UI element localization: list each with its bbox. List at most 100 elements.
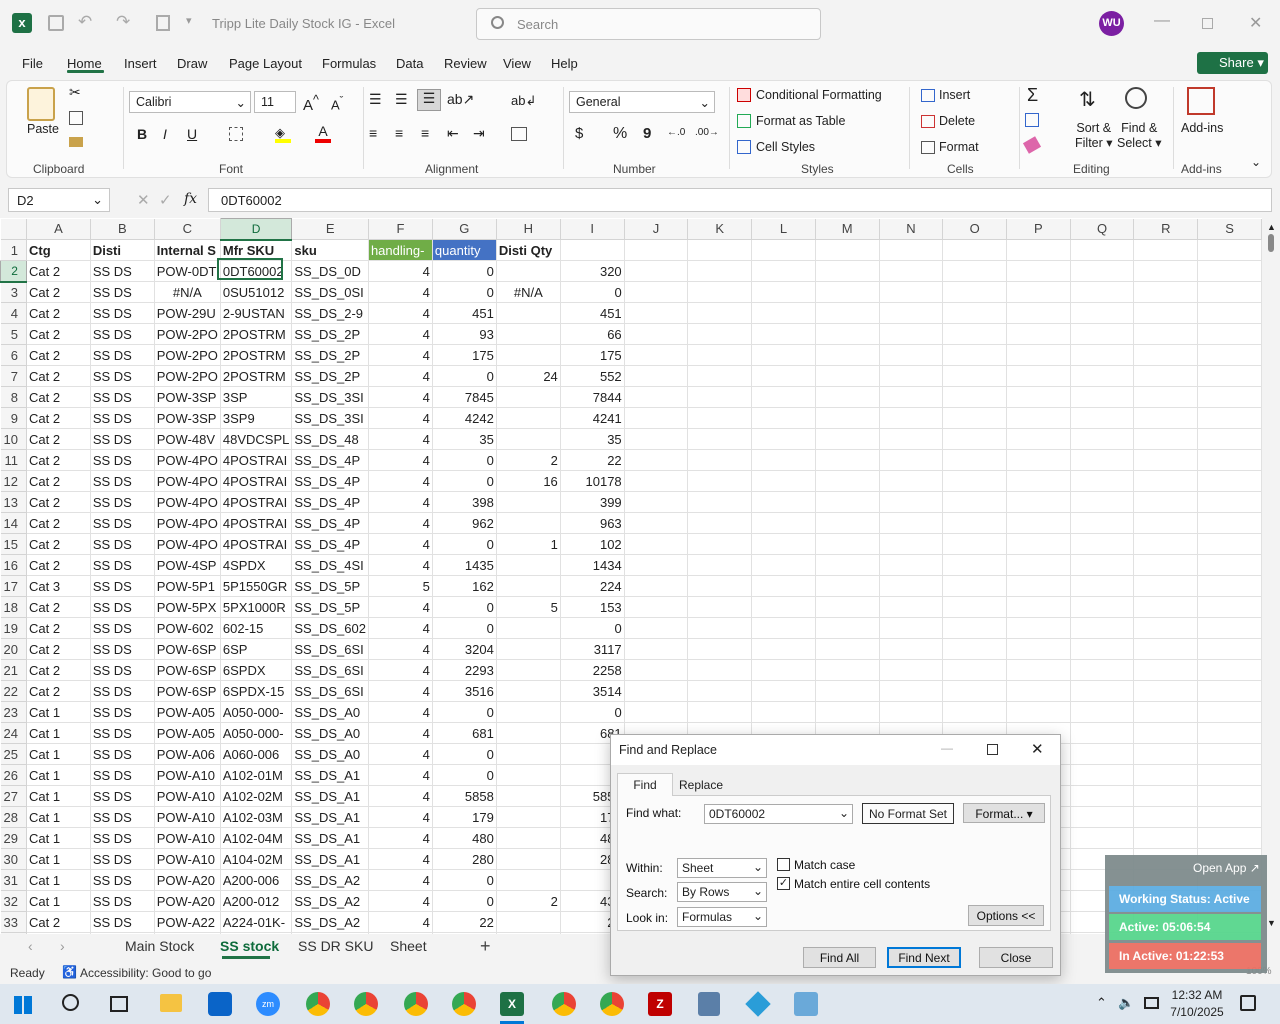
app-icon[interactable] <box>794 992 818 1016</box>
sort-filter-button[interactable]: Sort & Filter ▾ <box>1075 121 1113 151</box>
cell[interactable]: 4 <box>368 806 433 828</box>
cell[interactable]: 66 <box>560 323 625 345</box>
column-header[interactable]: N <box>879 218 944 240</box>
cell[interactable]: POW-A22 <box>154 911 221 933</box>
close-button[interactable]: Close <box>979 947 1053 968</box>
cell[interactable]: 6SP <box>220 638 293 660</box>
cell[interactable] <box>496 848 561 870</box>
cell[interactable]: 5 <box>496 596 561 618</box>
cell[interactable] <box>624 491 689 513</box>
cell[interactable]: POW-6SP <box>154 638 221 660</box>
cell[interactable]: POW-3SP <box>154 407 221 429</box>
cell[interactable]: 320 <box>560 260 625 282</box>
cell[interactable] <box>1070 512 1135 534</box>
cell-styles-button[interactable]: Cell Styles <box>756 140 815 154</box>
cell[interactable] <box>815 701 880 723</box>
cell[interactable] <box>942 302 1007 324</box>
cell[interactable] <box>496 575 561 597</box>
cell[interactable] <box>560 239 625 261</box>
cell[interactable] <box>1133 659 1199 681</box>
cell[interactable] <box>1197 365 1262 387</box>
cell[interactable]: Cat 2 <box>26 386 91 408</box>
cell[interactable] <box>942 365 1007 387</box>
cell[interactable] <box>1197 680 1262 702</box>
close-window-icon[interactable]: ✕ <box>1249 13 1262 33</box>
number-format-select[interactable]: General ⌄ <box>569 91 715 113</box>
cell[interactable] <box>751 470 816 492</box>
paste-button[interactable]: Paste <box>27 122 59 136</box>
cell[interactable]: 102 <box>560 533 625 555</box>
cell[interactable]: SS_DS_A1 <box>291 764 369 786</box>
cell[interactable]: SS_DS_4P <box>291 470 369 492</box>
cell[interactable] <box>942 638 1007 660</box>
cell[interactable]: SS DS <box>90 407 155 429</box>
cell[interactable] <box>1070 260 1135 282</box>
cell[interactable]: A102-01M <box>220 764 293 786</box>
cell[interactable] <box>942 239 1007 261</box>
cell[interactable] <box>1070 806 1135 828</box>
cell[interactable]: 4 <box>368 428 433 450</box>
cell[interactable] <box>815 491 880 513</box>
cell[interactable]: 4 <box>368 617 433 639</box>
cell[interactable] <box>1133 596 1199 618</box>
cell[interactable] <box>687 617 753 639</box>
cell[interactable]: 4 <box>368 365 433 387</box>
paste-icon[interactable] <box>27 87 55 121</box>
cell[interactable] <box>1070 449 1135 471</box>
cell[interactable]: SS_DS_2P <box>291 344 369 366</box>
cell[interactable]: handling- <box>368 239 433 261</box>
save-icon[interactable] <box>48 15 64 31</box>
cell[interactable] <box>1197 575 1262 597</box>
cell[interactable]: 2POSTRM <box>220 365 293 387</box>
cell[interactable] <box>496 302 561 324</box>
format-painter-icon[interactable] <box>69 137 83 147</box>
cell[interactable]: SS_DS_4SI <box>291 554 369 576</box>
cell[interactable] <box>496 554 561 576</box>
app-icon[interactable] <box>745 991 771 1017</box>
cell[interactable]: SS_DS_A1 <box>291 848 369 870</box>
cell[interactable]: 4 <box>368 680 433 702</box>
cell[interactable] <box>1197 764 1262 786</box>
cell[interactable]: 4SPDX <box>220 554 293 576</box>
cell[interactable] <box>879 365 944 387</box>
filezilla-icon[interactable]: Z <box>648 992 672 1016</box>
cell[interactable]: 4 <box>368 659 433 681</box>
cell[interactable]: 4 <box>368 470 433 492</box>
cell[interactable] <box>1133 722 1199 744</box>
cell[interactable] <box>687 260 753 282</box>
row-header[interactable]: 11 <box>0 449 27 471</box>
cell[interactable] <box>879 281 944 303</box>
cell[interactable] <box>1133 491 1199 513</box>
cell[interactable]: 4 <box>368 344 433 366</box>
cell[interactable]: 22 <box>432 911 497 933</box>
cell[interactable]: Cat 2 <box>26 659 91 681</box>
cell[interactable] <box>1133 575 1199 597</box>
cell[interactable]: 451 <box>432 302 497 324</box>
cell[interactable]: POW-A10 <box>154 785 221 807</box>
row-header[interactable]: 14 <box>0 512 27 534</box>
cell[interactable] <box>815 533 880 555</box>
cell[interactable] <box>687 344 753 366</box>
cell[interactable]: POW-4PO <box>154 533 221 555</box>
cell[interactable]: SS_DS_3SI <box>291 386 369 408</box>
cell[interactable]: SS DS <box>90 302 155 324</box>
cell[interactable]: #N/A <box>496 281 561 303</box>
align-center-icon[interactable]: ≡ <box>395 125 403 141</box>
calculator-icon[interactable] <box>698 992 720 1016</box>
cell[interactable]: 451 <box>560 302 625 324</box>
cell[interactable]: 16 <box>496 470 561 492</box>
cell[interactable] <box>1070 575 1135 597</box>
cell[interactable] <box>1133 512 1199 534</box>
cell[interactable] <box>687 554 753 576</box>
cell[interactable] <box>624 533 689 555</box>
search-taskbar-icon[interactable] <box>62 994 79 1011</box>
cell[interactable] <box>1070 617 1135 639</box>
find-all-button[interactable]: Find All <box>803 947 876 968</box>
cell[interactable] <box>751 365 816 387</box>
cell[interactable]: 3SP <box>220 386 293 408</box>
cell[interactable] <box>1133 407 1199 429</box>
row-header[interactable]: 19 <box>0 617 27 639</box>
tray-chevron-icon[interactable]: ⌃ <box>1096 995 1107 1011</box>
cell[interactable] <box>1197 407 1262 429</box>
column-header[interactable]: Q <box>1070 218 1135 240</box>
